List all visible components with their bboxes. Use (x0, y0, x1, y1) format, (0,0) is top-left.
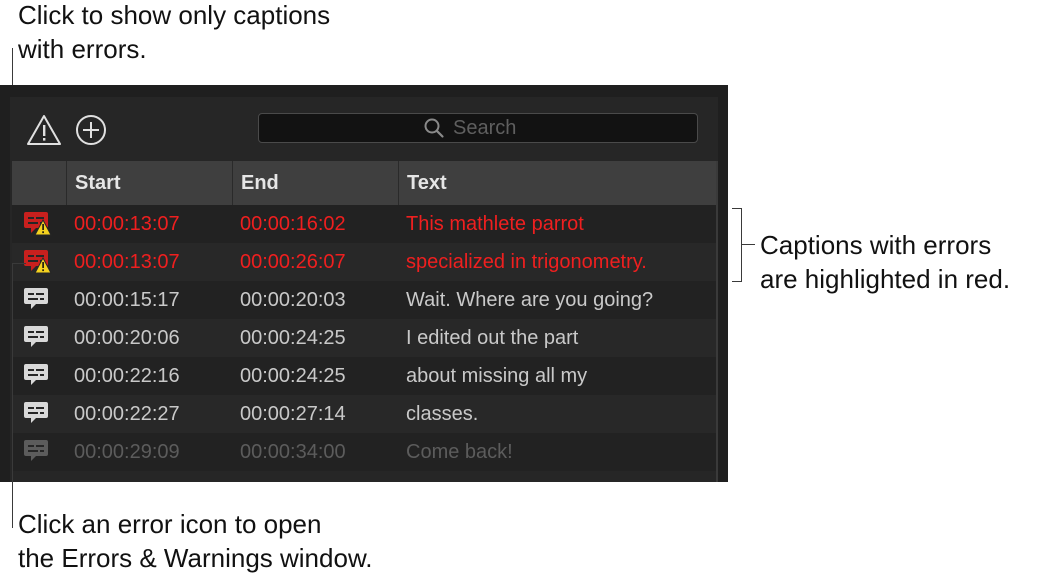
caption-end-time: 00:00:16:02 (240, 213, 346, 235)
caption-start-time: 00:00:29:09 (74, 441, 180, 463)
errors-filter-button[interactable] (26, 113, 62, 147)
caption-text: about missing all my (406, 365, 588, 387)
caption-row[interactable]: 00:00:29:09 00:00:34:00 Come back! (12, 433, 716, 471)
caption-end-time: 00:00:27:14 (240, 403, 346, 425)
caption-start-time: 00:00:20:06 (74, 327, 180, 349)
caption-row-error[interactable]: 00:00:13:07 00:00:16:02 This mathlete parr… (12, 205, 716, 243)
caption-text: specialized in trigonometry. (406, 251, 647, 273)
caption-text: classes. (406, 403, 479, 425)
search-field[interactable] (258, 113, 698, 143)
callout-bracket-bottom (732, 281, 742, 282)
caption-text: I edited out the part (406, 327, 579, 349)
caption-row[interactable]: 00:00:22:27 00:00:27:14 classes. (12, 395, 716, 433)
caption-text: Wait. Where are you going? (406, 289, 654, 311)
caption-icon[interactable] (22, 401, 52, 427)
captions-panel: Start End Text 00:00:13:07 00:00:16:02 Thi… (0, 85, 728, 482)
table-header: Start End Text (12, 161, 716, 206)
caption-text: Come back! (406, 441, 513, 463)
callout-bracket-pointer (741, 244, 755, 245)
caption-end-time: 00:00:26:07 (240, 251, 346, 273)
caption-row[interactable]: 00:00:20:06 00:00:24:25 I edited out the p… (12, 319, 716, 357)
callout-error-highlight-line-1: Captions with errors (760, 230, 992, 260)
captions-panel-inner: Start End Text 00:00:13:07 00:00:16:02 Thi… (10, 97, 718, 482)
caption-text: This mathlete parrot (406, 213, 584, 235)
callout-error-highlight-line-2: are highlighted in red. (760, 264, 1011, 294)
callout-errors-filter: Click to show only captions with errors. (18, 0, 330, 66)
plus-circle-icon (76, 115, 106, 145)
caption-error-icon[interactable] (22, 211, 52, 237)
caption-row[interactable]: 00:00:15:17 00:00:20:03 Wait. Where are yo… (12, 281, 716, 319)
caption-end-time: 00:00:24:25 (240, 327, 346, 349)
column-header-end[interactable]: End (232, 161, 398, 205)
caption-icon[interactable] (22, 439, 52, 465)
vertical-scrollbar[interactable] (716, 161, 718, 482)
column-header-start[interactable]: Start (66, 161, 232, 205)
caption-icon[interactable] (22, 287, 52, 313)
column-header-text[interactable]: Text (398, 161, 716, 205)
caption-start-time: 00:00:22:27 (74, 403, 180, 425)
callout-error-icon: Click an error icon to open the Errors &… (18, 507, 373, 575)
caption-end-time: 00:00:24:25 (240, 365, 346, 387)
column-header-icon (12, 161, 66, 205)
callout-leader-bottom-vertical (12, 263, 13, 528)
caption-end-time: 00:00:34:00 (240, 441, 346, 463)
callout-errors-filter-line-1: Click to show only captions (18, 0, 331, 30)
caption-start-time: 00:00:13:07 (74, 213, 180, 235)
search-icon (424, 118, 444, 138)
caption-start-time: 00:00:15:17 (74, 289, 180, 311)
caption-error-icon[interactable] (22, 249, 52, 275)
callout-leader-bottom-horizontal (12, 263, 26, 264)
callout-error-icon-line-1: Click an error icon to open (18, 509, 322, 539)
caption-icon[interactable] (22, 325, 52, 351)
callout-errors-filter-line-2: with errors. (18, 34, 147, 64)
search-input[interactable] (445, 116, 533, 140)
caption-start-time: 00:00:13:07 (74, 251, 180, 273)
caption-start-time: 00:00:22:16 (74, 365, 180, 387)
callout-error-highlight: Captions with errors are highlighted in … (760, 228, 1010, 296)
caption-row-error[interactable]: 00:00:13:07 00:00:26:07 specialized in tri… (12, 243, 716, 281)
callout-error-icon-line-2: the Errors & Warnings window. (18, 543, 373, 573)
caption-end-time: 00:00:20:03 (240, 289, 346, 311)
caption-icon[interactable] (22, 363, 52, 389)
warning-triangle-icon (27, 115, 61, 145)
caption-row[interactable]: 00:00:22:16 00:00:24:25 about missing all … (12, 357, 716, 395)
add-caption-button[interactable] (74, 113, 108, 147)
callout-bracket-vertical (741, 208, 742, 282)
